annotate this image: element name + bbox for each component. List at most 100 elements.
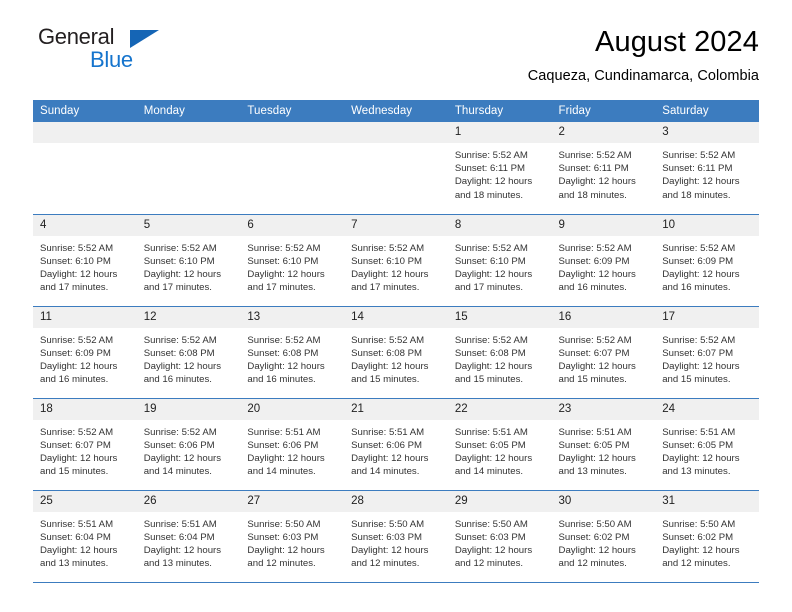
daylight-text-line2: and 13 minutes.: [143, 558, 212, 570]
calendar-day-cell[interactable]: 25 Sunrise: 5:51 AM Sunset: 6:04 PM Dayligh…: [33, 490, 137, 583]
daylight-text-line2: and 13 minutes.: [662, 466, 731, 478]
sunrise-text: Sunrise: 5:52 AM: [662, 150, 736, 161]
calendar-day-cell[interactable]: 15 Sunrise: 5:52 AM Sunset: 6:08 PM Dayligh…: [447, 306, 552, 399]
daylight-text-line2: and 12 minutes.: [247, 558, 316, 570]
day-number: 12: [136, 306, 241, 328]
calendar-day-cell[interactable]: 16 Sunrise: 5:52 AM Sunset: 6:07 PM Dayligh…: [551, 306, 656, 399]
sunrise-text: Sunrise: 5:52 AM: [247, 242, 321, 254]
daylight-text-line1: Daylight: 12 hours: [351, 544, 429, 556]
page-title: August 2024: [595, 26, 759, 58]
calendar-day-cell[interactable]: 3 Sunrise: 5:52 AM Sunset: 6:11 PM Daylight…: [655, 122, 759, 215]
sunset-text: Sunset: 6:11 PM: [558, 163, 629, 175]
day-details: Sunrise: 5:52 AM Sunset: 6:09 PM Daylight:…: [655, 236, 759, 295]
calendar-day-cell[interactable]: 30 Sunrise: 5:50 AM Sunset: 6:02 PM Dayligh…: [551, 490, 656, 583]
day-details: Sunrise: 5:52 AM Sunset: 6:07 PM Daylight:…: [552, 328, 656, 387]
calendar-day-cell[interactable]: 2 Sunrise: 5:52 AM Sunset: 6:11 PM Daylight…: [551, 122, 656, 215]
calendar-day-cell[interactable]: 17 Sunrise: 5:52 AM Sunset: 6:07 PM Dayligh…: [655, 306, 759, 399]
day-number: 9: [551, 214, 656, 236]
calendar-day-cell-empty: [240, 122, 345, 215]
day-details: Sunrise: 5:52 AM Sunset: 6:08 PM Daylight:…: [137, 328, 241, 387]
calendar-day-cell[interactable]: 1 Sunrise: 5:52 AM Sunset: 6:11 PM Daylight…: [447, 122, 552, 215]
day-number: 13: [240, 306, 345, 328]
daylight-text-line2: and 12 minutes.: [351, 558, 420, 570]
day-details: Sunrise: 5:52 AM Sunset: 6:08 PM Daylight:…: [344, 328, 448, 387]
calendar-day-cell[interactable]: 27 Sunrise: 5:50 AM Sunset: 6:03 PM Dayligh…: [240, 490, 345, 583]
day-details: Sunrise: 5:52 AM Sunset: 6:10 PM Daylight:…: [448, 236, 552, 295]
daylight-text-line1: Daylight: 12 hours: [662, 360, 740, 372]
day-details: Sunrise: 5:52 AM Sunset: 6:08 PM Daylight:…: [448, 328, 552, 387]
calendar-day-cell[interactable]: 21 Sunrise: 5:51 AM Sunset: 6:06 PM Dayligh…: [344, 398, 448, 491]
sunrise-text: Sunrise: 5:52 AM: [40, 426, 114, 438]
day-details: [240, 143, 344, 149]
sunset-text: Sunset: 6:03 PM: [247, 531, 319, 543]
calendar-day-cell[interactable]: 11 Sunrise: 5:52 AM Sunset: 6:09 PM Dayligh…: [33, 306, 137, 399]
day-details: Sunrise: 5:52 AM Sunset: 6:10 PM Daylight:…: [240, 236, 344, 295]
calendar-day-cell[interactable]: 31 Sunrise: 5:50 AM Sunset: 6:02 PM Dayligh…: [655, 490, 759, 583]
calendar-day-cell[interactable]: 7 Sunrise: 5:52 AM Sunset: 6:10 PM Daylight…: [344, 214, 448, 307]
sunrise-text: Sunrise: 5:52 AM: [454, 242, 528, 254]
sunset-text: Sunset: 6:02 PM: [662, 531, 734, 543]
daylight-text-line2: and 15 minutes.: [40, 466, 109, 478]
day-details: Sunrise: 5:51 AM Sunset: 6:05 PM Daylight:…: [448, 420, 552, 479]
sunset-text: Sunset: 6:10 PM: [40, 255, 111, 267]
sunrise-text: Sunrise: 5:50 AM: [558, 518, 632, 530]
daylight-text-line1: Daylight: 12 hours: [143, 452, 222, 464]
sunrise-text: Sunrise: 5:51 AM: [247, 426, 321, 438]
calendar-day-cell[interactable]: 19 Sunrise: 5:52 AM Sunset: 6:06 PM Dayligh…: [136, 398, 241, 491]
sunset-text: Sunset: 6:06 PM: [351, 439, 423, 451]
calendar-day-cell[interactable]: 28 Sunrise: 5:50 AM Sunset: 6:03 PM Dayligh…: [344, 490, 448, 583]
calendar-day-cell[interactable]: 12 Sunrise: 5:52 AM Sunset: 6:08 PM Dayligh…: [136, 306, 241, 399]
day-details: [344, 143, 448, 149]
calendar-day-cell[interactable]: 18 Sunrise: 5:52 AM Sunset: 6:07 PM Dayligh…: [33, 398, 137, 491]
day-details: Sunrise: 5:52 AM Sunset: 6:11 PM Daylight:…: [448, 143, 552, 202]
daylight-text-line2: and 16 minutes.: [40, 374, 109, 386]
day-number: 21: [344, 398, 448, 420]
sunrise-text: Sunrise: 5:51 AM: [40, 518, 114, 530]
day-number: 22: [447, 398, 552, 420]
sunrise-sunset-calendar: Sunday Monday Tuesday Wednesday Thursday Frid…: [33, 100, 759, 583]
sunrise-text: Sunrise: 5:51 AM: [143, 518, 217, 530]
day-number: 26: [136, 490, 241, 512]
daylight-text-line2: and 12 minutes.: [662, 558, 731, 570]
day-details: Sunrise: 5:52 AM Sunset: 6:07 PM Daylight:…: [655, 328, 759, 387]
sunset-text: Sunset: 6:08 PM: [454, 347, 526, 359]
daylight-text-line1: Daylight: 12 hours: [351, 452, 429, 464]
sunrise-text: Sunrise: 5:52 AM: [40, 334, 114, 346]
calendar-day-cell[interactable]: 29 Sunrise: 5:50 AM Sunset: 6:03 PM Dayligh…: [447, 490, 552, 583]
sunrise-text: Sunrise: 5:52 AM: [351, 242, 425, 254]
sunset-text: Sunset: 6:11 PM: [662, 163, 733, 175]
day-details: Sunrise: 5:51 AM Sunset: 6:05 PM Daylight:…: [552, 420, 656, 479]
calendar-day-cell[interactable]: 6 Sunrise: 5:52 AM Sunset: 6:10 PM Daylight…: [240, 214, 345, 307]
daylight-text-line2: and 18 minutes.: [558, 189, 627, 201]
day-number: [344, 122, 448, 143]
calendar-day-cell[interactable]: 10 Sunrise: 5:52 AM Sunset: 6:09 PM Dayligh…: [655, 214, 759, 307]
day-number: 24: [655, 398, 759, 420]
calendar-day-cell[interactable]: 22 Sunrise: 5:51 AM Sunset: 6:05 PM Dayligh…: [447, 398, 552, 491]
weekday-header-monday: Monday: [136, 100, 241, 122]
day-number: 16: [551, 306, 656, 328]
calendar-day-cell[interactable]: 26 Sunrise: 5:51 AM Sunset: 6:04 PM Dayligh…: [136, 490, 241, 583]
day-number: 31: [655, 490, 759, 512]
daylight-text-line2: and 18 minutes.: [662, 189, 731, 201]
day-number: 28: [344, 490, 448, 512]
calendar-day-cell[interactable]: 4 Sunrise: 5:52 AM Sunset: 6:10 PM Daylight…: [33, 214, 137, 307]
sunset-text: Sunset: 6:05 PM: [662, 439, 734, 451]
logo-text-blue: Blue: [90, 47, 133, 72]
calendar-day-cell[interactable]: 23 Sunrise: 5:51 AM Sunset: 6:05 PM Dayligh…: [551, 398, 656, 491]
calendar-day-cell[interactable]: 5 Sunrise: 5:52 AM Sunset: 6:10 PM Daylight…: [136, 214, 241, 307]
calendar-day-cell[interactable]: 14 Sunrise: 5:52 AM Sunset: 6:08 PM Dayligh…: [344, 306, 448, 399]
daylight-text-line2: and 16 minutes.: [662, 282, 731, 294]
day-number: 14: [344, 306, 448, 328]
calendar-day-cell[interactable]: 20 Sunrise: 5:51 AM Sunset: 6:06 PM Dayligh…: [240, 398, 345, 491]
sunset-text: Sunset: 6:07 PM: [558, 347, 630, 359]
day-details: Sunrise: 5:51 AM Sunset: 6:04 PM Daylight:…: [33, 512, 137, 571]
calendar-day-cell[interactable]: 9 Sunrise: 5:52 AM Sunset: 6:09 PM Daylight…: [551, 214, 656, 307]
calendar-day-cell[interactable]: 13 Sunrise: 5:52 AM Sunset: 6:08 PM Dayligh…: [240, 306, 345, 399]
sunset-text: Sunset: 6:03 PM: [351, 531, 423, 543]
general-blue-logo[interactable]: General Blue: [33, 26, 173, 74]
calendar-day-cell[interactable]: 8 Sunrise: 5:52 AM Sunset: 6:10 PM Daylight…: [447, 214, 552, 307]
daylight-text-line1: Daylight: 12 hours: [247, 452, 325, 464]
calendar-day-cell[interactable]: 24 Sunrise: 5:51 AM Sunset: 6:05 PM Dayligh…: [655, 398, 759, 491]
daylight-text-line1: Daylight: 12 hours: [454, 360, 533, 372]
daylight-text-line1: Daylight: 12 hours: [558, 544, 636, 556]
